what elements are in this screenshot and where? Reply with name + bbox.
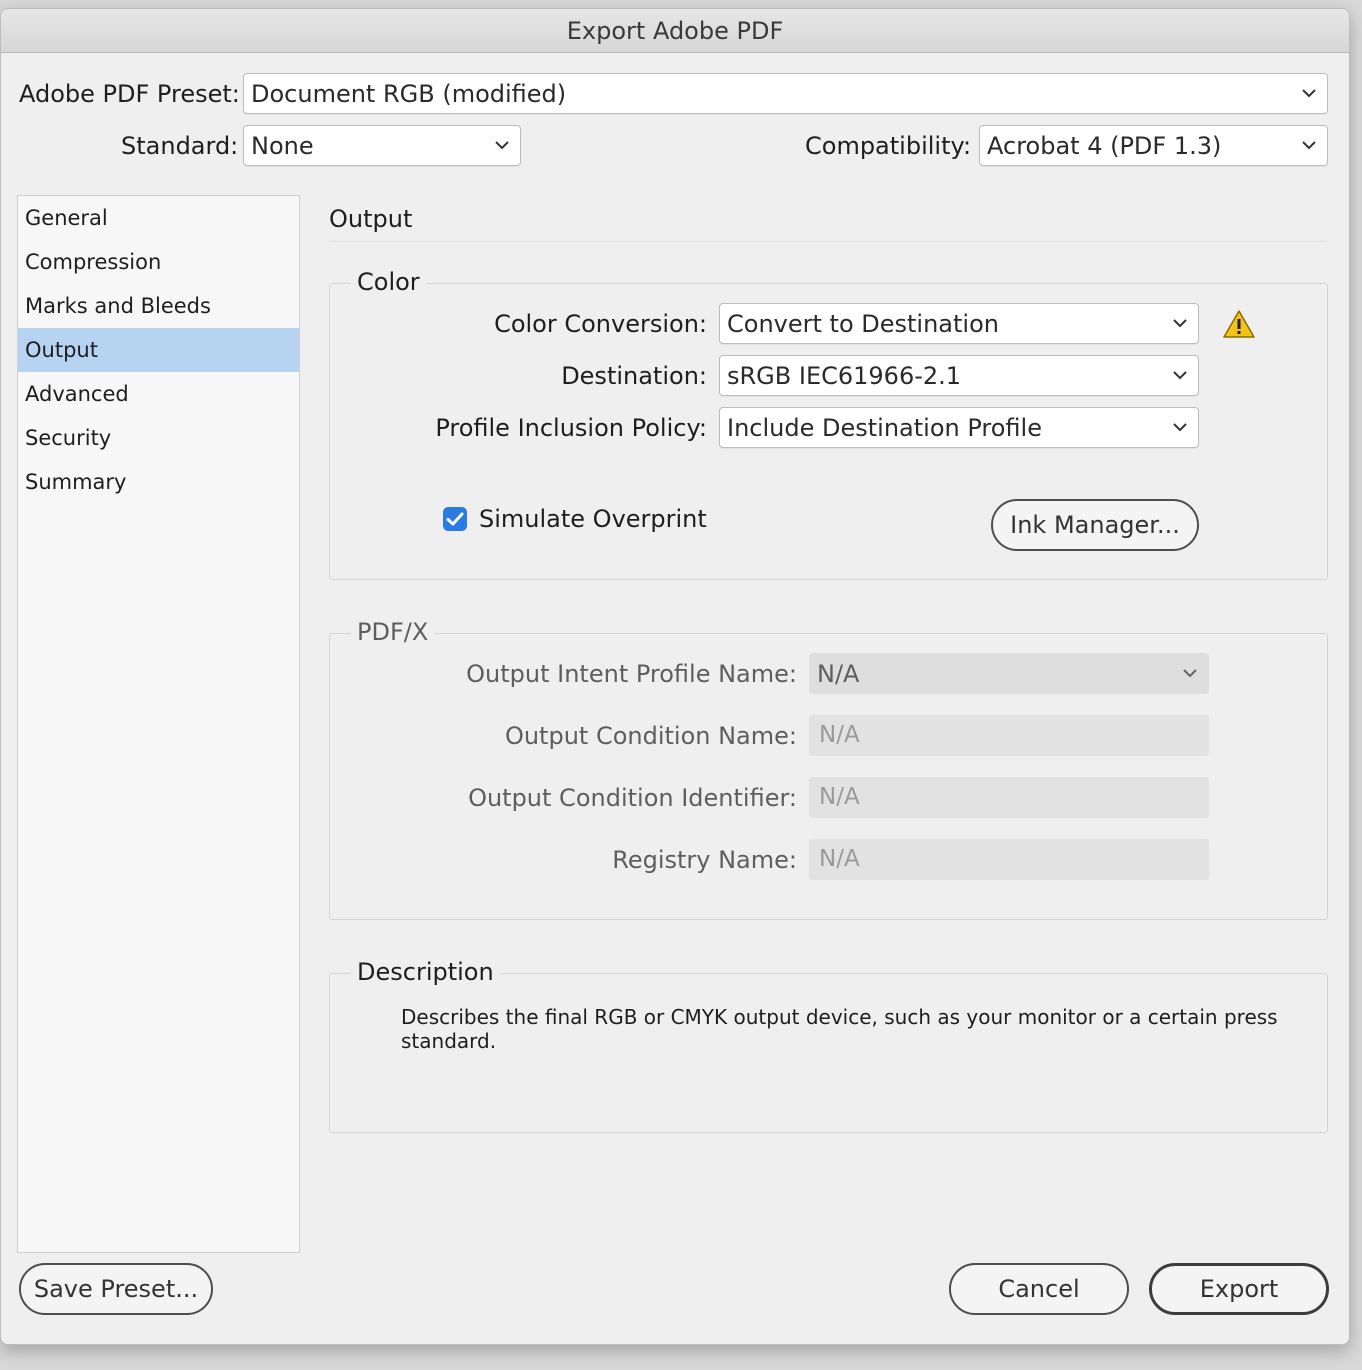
color-conversion-select[interactable]: Convert to Destination: [719, 303, 1199, 344]
panel-title: Output: [329, 205, 413, 233]
profile-policy-select[interactable]: Include Destination Profile: [719, 407, 1199, 448]
color-group-title: Color: [351, 268, 426, 296]
chevron-down-icon: [1173, 318, 1187, 327]
ink-manager-button[interactable]: Ink Manager...: [991, 499, 1199, 551]
output-condition-identifier-label: Output Condition Identifier:: [468, 784, 797, 812]
pdfx-group-title: PDF/X: [351, 618, 435, 646]
output-condition-identifier-field[interactable]: N/A: [809, 777, 1209, 818]
compatibility-label: Compatibility:: [805, 132, 972, 160]
chevron-down-icon: [1302, 140, 1316, 149]
cancel-button[interactable]: Cancel: [949, 1263, 1129, 1315]
registry-name-label: Registry Name:: [612, 846, 797, 874]
color-conversion-label: Color Conversion:: [494, 310, 707, 338]
sidebar-item-output[interactable]: Output: [18, 328, 299, 372]
chevron-down-icon: [1302, 88, 1316, 97]
sidebar: General Compression Marks and Bleeds Out…: [17, 195, 300, 1253]
chevron-down-icon: [1173, 370, 1187, 379]
description-group: [329, 973, 1328, 1133]
color-conversion-value: Convert to Destination: [727, 310, 999, 338]
sidebar-item-summary[interactable]: Summary: [18, 460, 299, 504]
standard-value: None: [251, 132, 314, 160]
output-intent-select[interactable]: N/A: [809, 653, 1209, 694]
preset-select[interactable]: Document RGB (modified): [243, 73, 1328, 114]
output-condition-name-label: Output Condition Name:: [504, 722, 797, 750]
export-button[interactable]: Export: [1149, 1263, 1329, 1315]
window-title: Export Adobe PDF: [1, 9, 1349, 53]
warning-icon: [1223, 310, 1255, 338]
chevron-down-icon: [1183, 668, 1197, 677]
profile-policy-value: Include Destination Profile: [727, 414, 1042, 442]
destination-label: Destination:: [561, 362, 707, 390]
compatibility-select[interactable]: Acrobat 4 (PDF 1.3): [979, 125, 1328, 166]
sidebar-item-general[interactable]: General: [18, 196, 299, 240]
export-pdf-dialog: Export Adobe PDF Adobe PDF Preset: Docum…: [0, 8, 1350, 1345]
description-group-title: Description: [351, 958, 500, 986]
chevron-down-icon: [1173, 422, 1187, 431]
description-text: Describes the final RGB or CMYK output d…: [401, 1005, 1278, 1053]
sidebar-item-advanced[interactable]: Advanced: [18, 372, 299, 416]
output-intent-label: Output Intent Profile Name:: [466, 660, 797, 688]
registry-name-field[interactable]: N/A: [809, 839, 1209, 880]
preset-label: Adobe PDF Preset:: [19, 80, 240, 108]
output-intent-value: N/A: [817, 660, 860, 688]
standard-select[interactable]: None: [243, 125, 521, 166]
sidebar-item-compression[interactable]: Compression: [18, 240, 299, 284]
preset-value: Document RGB (modified): [251, 80, 567, 108]
output-condition-name-field[interactable]: N/A: [809, 715, 1209, 756]
sidebar-item-marks-and-bleeds[interactable]: Marks and Bleeds: [18, 284, 299, 328]
standard-label: Standard:: [121, 132, 239, 160]
simulate-overprint-label: Simulate Overprint: [479, 505, 707, 533]
compatibility-value: Acrobat 4 (PDF 1.3): [987, 132, 1222, 160]
simulate-overprint-checkbox[interactable]: [443, 507, 467, 531]
sidebar-item-security[interactable]: Security: [18, 416, 299, 460]
profile-policy-label: Profile Inclusion Policy:: [435, 414, 707, 442]
destination-value: sRGB IEC61966-2.1: [727, 362, 962, 390]
panel-divider: [329, 241, 1327, 242]
chevron-down-icon: [495, 140, 509, 149]
save-preset-button[interactable]: Save Preset...: [19, 1263, 213, 1315]
destination-select[interactable]: sRGB IEC61966-2.1: [719, 355, 1199, 396]
checkmark-icon: [446, 512, 464, 526]
